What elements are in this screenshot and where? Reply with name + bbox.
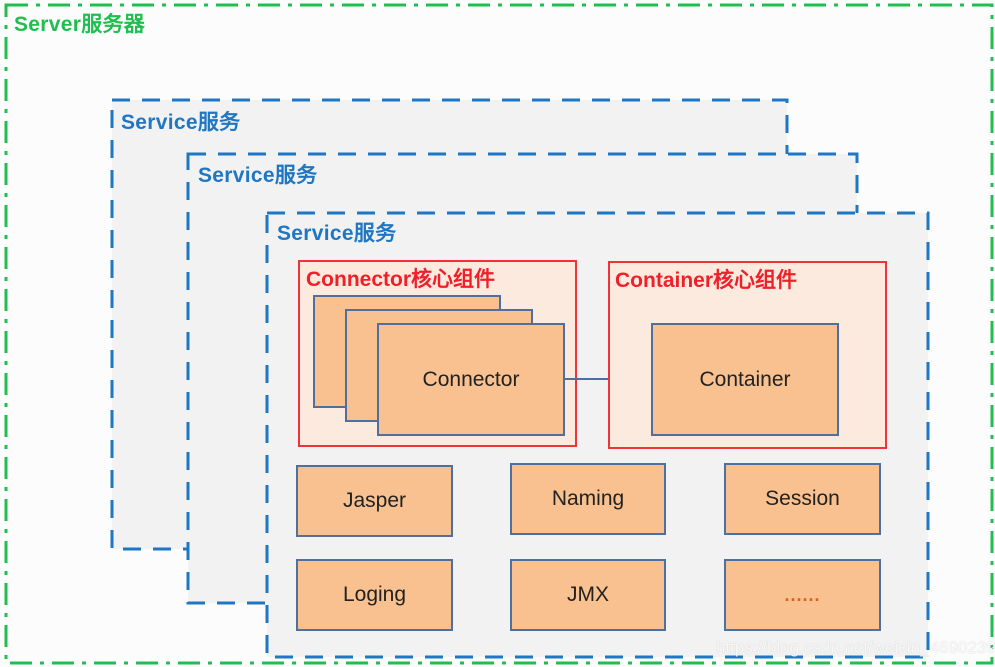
component-loging: Loging [296, 559, 453, 631]
container-label: Container [699, 367, 791, 391]
component-label: Session [765, 487, 840, 510]
service-2-title: Service服务 [198, 164, 318, 187]
container-box: Container [651, 323, 839, 436]
server-title: Server服务器 [14, 13, 146, 36]
service-3-title: Service服务 [277, 222, 397, 245]
component-more: ...... [724, 559, 881, 631]
connector-label: Connector [422, 367, 520, 391]
component-jmx: JMX [510, 559, 666, 631]
container-group-title: Container核心组件 [615, 269, 798, 292]
connector-group-title: Connector核心组件 [306, 268, 495, 291]
watermark: https://blog.csdn.net/weixin_46902396 [716, 638, 995, 657]
connector-box: Connector [377, 323, 565, 436]
component-session: Session [724, 463, 881, 535]
component-label: ...... [784, 584, 821, 605]
component-label: Naming [551, 487, 625, 510]
component-label: Loging [342, 583, 407, 606]
component-label: JMX [567, 583, 609, 606]
component-jasper: Jasper [296, 465, 453, 537]
service-1-title: Service服务 [121, 111, 241, 134]
component-label: Jasper [342, 489, 407, 512]
component-naming: Naming [510, 463, 666, 535]
